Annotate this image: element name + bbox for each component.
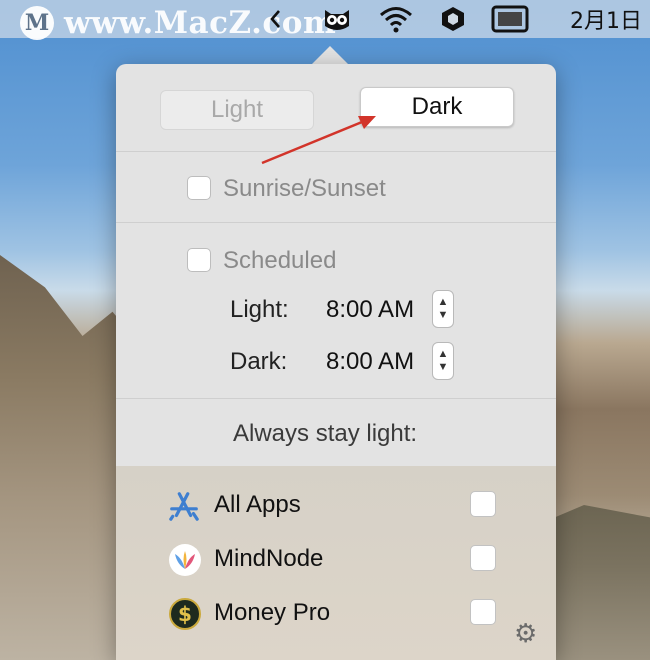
- sunrise-sunset-checkbox[interactable]: [187, 176, 211, 200]
- owl-icon[interactable]: [318, 0, 356, 38]
- menu-clock[interactable]: 2月1日: [570, 0, 642, 38]
- popover-arrow: [312, 46, 348, 64]
- watermark: M www.MacZ.com: [20, 5, 337, 41]
- app-store-icon: [168, 490, 200, 522]
- scheduled-label: Scheduled: [223, 247, 337, 274]
- app-name: Money Pro: [214, 599, 331, 626]
- money-pro-icon: $: [169, 598, 201, 630]
- chevron-left-icon[interactable]: [264, 0, 286, 38]
- always-light-label: Always stay light:: [233, 420, 418, 447]
- watermark-text: www.MacZ.com: [64, 5, 337, 41]
- light-time-label: Light:: [230, 296, 289, 323]
- menu-bar: M www.MacZ.com 2月1日: [0, 0, 650, 41]
- app-checkbox-all-apps[interactable]: [470, 491, 496, 517]
- mindnode-icon: [169, 544, 201, 576]
- light-mode-button[interactable]: Light: [160, 90, 314, 130]
- dark-time-stepper[interactable]: ▲ ▼: [432, 342, 454, 380]
- hexagon-icon[interactable]: [438, 0, 468, 38]
- divider: [116, 151, 556, 152]
- app-checkbox-money-pro[interactable]: [470, 599, 496, 625]
- wifi-icon[interactable]: [374, 0, 418, 38]
- divider: [116, 398, 556, 399]
- light-time-field[interactable]: 8:00 AM: [326, 296, 426, 324]
- app-name: All Apps: [214, 491, 301, 518]
- app-checkbox-mindnode[interactable]: [470, 545, 496, 571]
- app-list: All Apps MindNode $ Money Pro: [116, 466, 556, 660]
- gear-icon[interactable]: ⚙: [514, 618, 537, 649]
- dark-mode-button[interactable]: Dark: [360, 87, 514, 127]
- scheduled-checkbox[interactable]: [187, 248, 211, 272]
- app-name: MindNode: [214, 545, 324, 572]
- mountain-right: [540, 505, 650, 660]
- dark-time-label: Dark:: [230, 348, 288, 375]
- divider: [116, 222, 556, 223]
- night-owl-popover: Light Dark Sunrise/Sunset Scheduled Ligh…: [116, 64, 556, 660]
- watermark-logo: M: [20, 6, 54, 40]
- display-icon[interactable]: [490, 0, 530, 38]
- sunrise-sunset-label: Sunrise/Sunset: [223, 175, 386, 202]
- dark-time-field[interactable]: 8:00 AM: [326, 348, 426, 376]
- light-time-stepper[interactable]: ▲ ▼: [432, 290, 454, 328]
